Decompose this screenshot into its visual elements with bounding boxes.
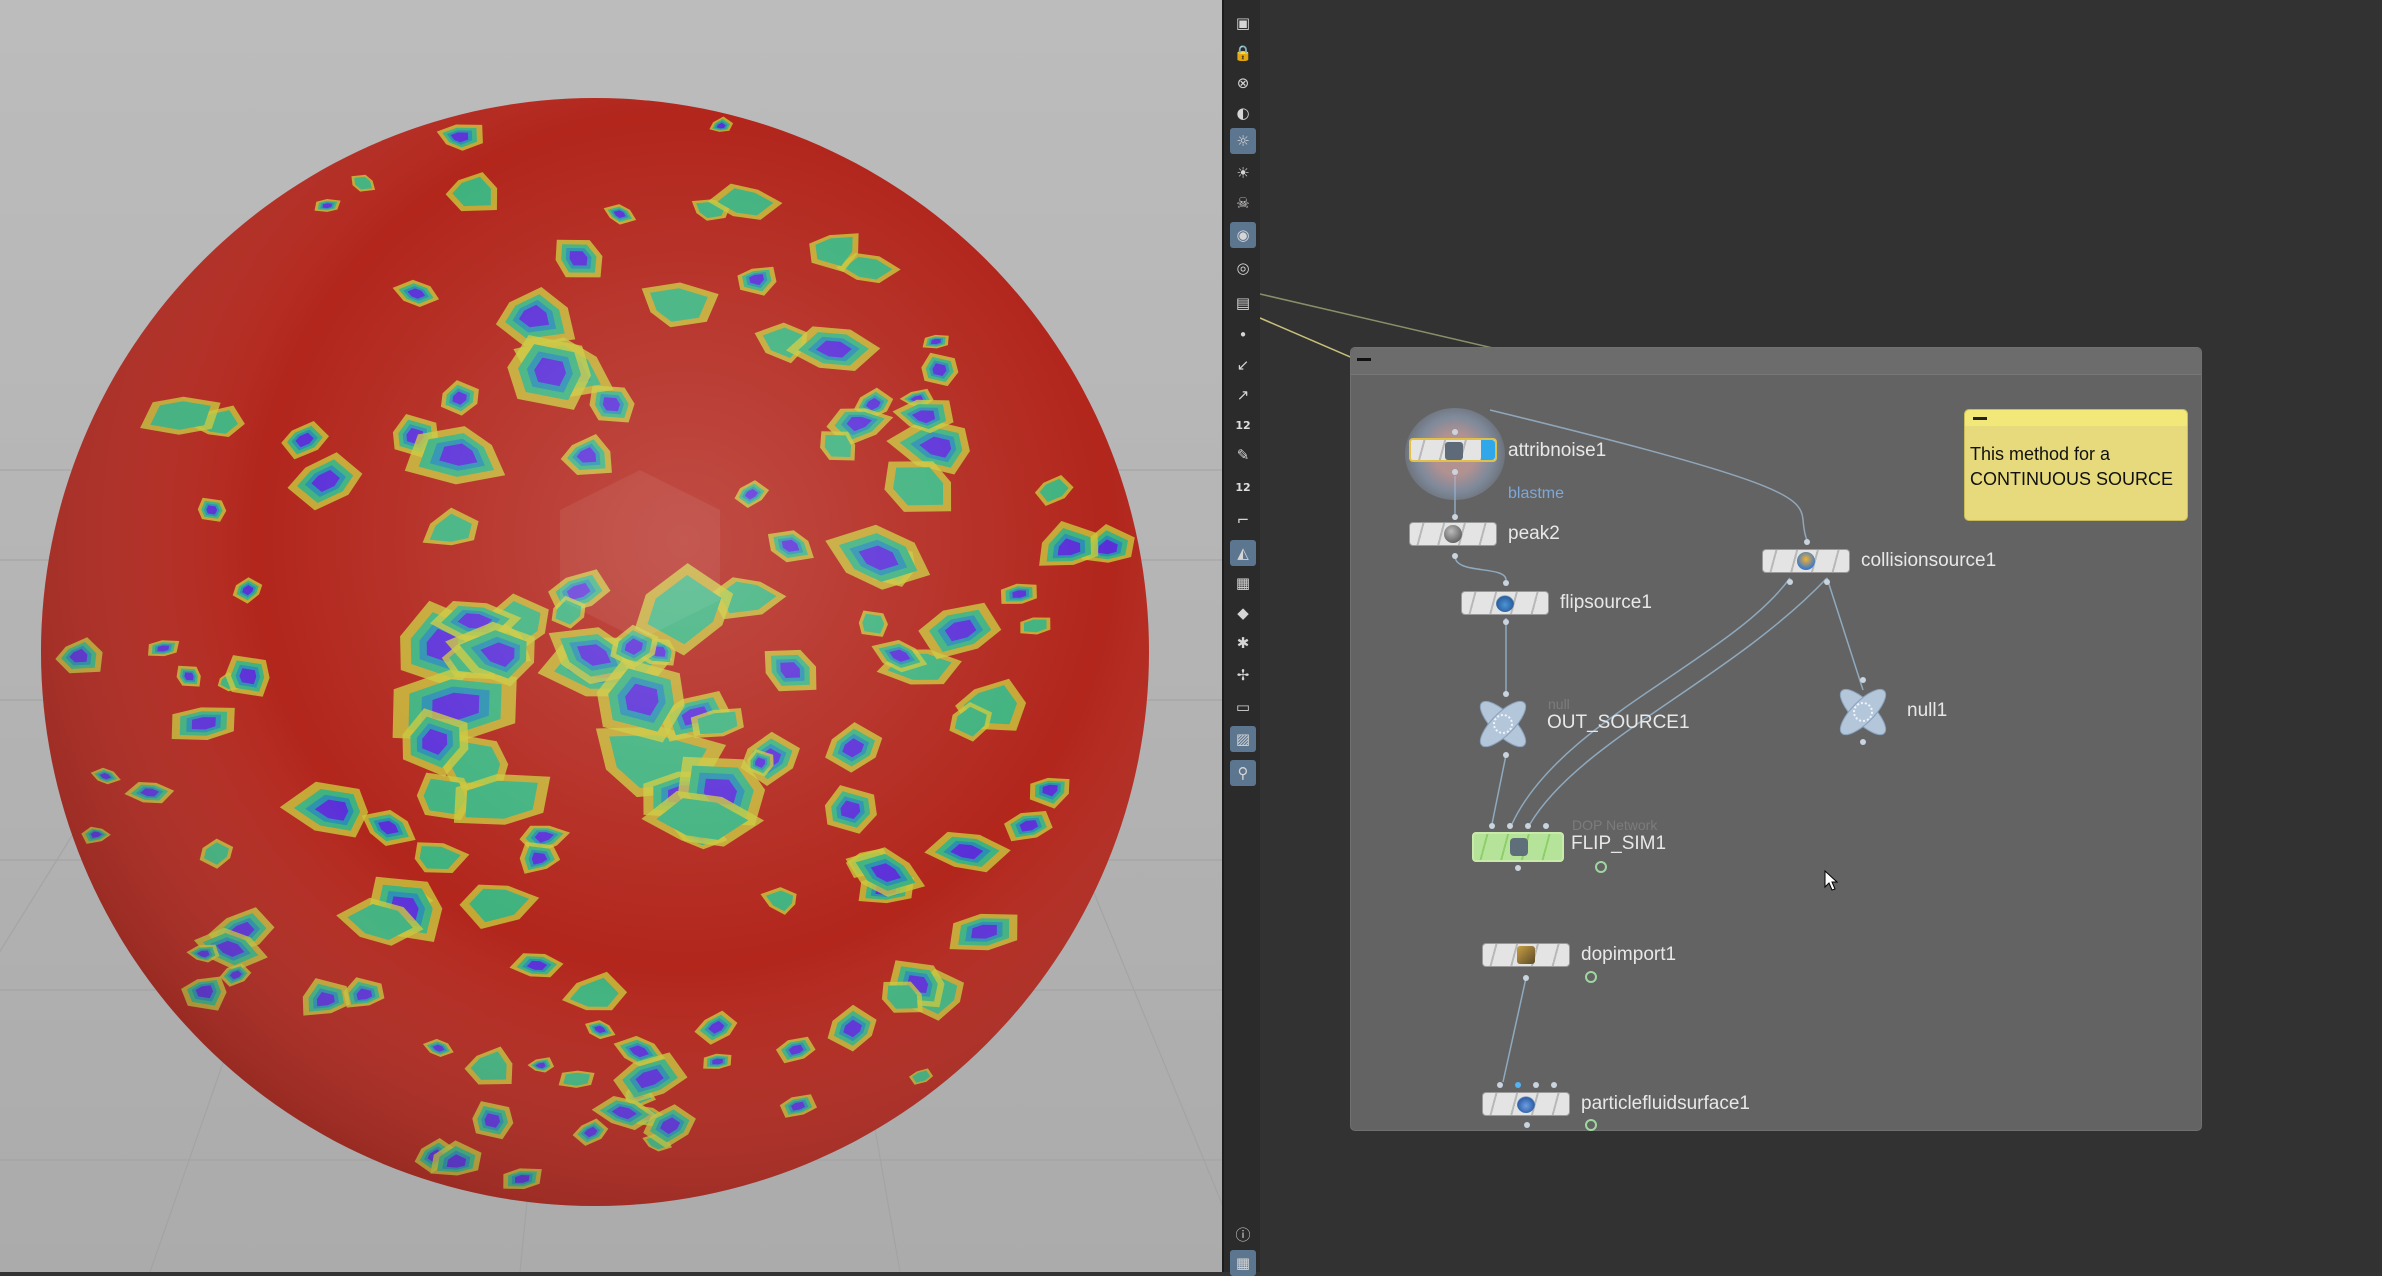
sticky-note-text[interactable]: This method for a CONTINUOUS SOURCE xyxy=(1970,442,2182,492)
snap-icon[interactable]: ✢ xyxy=(1230,662,1256,688)
eye-icon[interactable]: ◎ xyxy=(1230,255,1256,281)
toolbar-number-label: 12 xyxy=(1235,480,1251,494)
primitive-number-icon[interactable]: 12 xyxy=(1230,474,1256,500)
shading-icon[interactable]: ◭ xyxy=(1230,540,1256,566)
skull-icon[interactable]: ☠ xyxy=(1230,190,1256,216)
background-image-icon[interactable]: ▨ xyxy=(1230,726,1256,752)
brush-icon[interactable]: ✎ xyxy=(1230,442,1256,468)
box-icon[interactable]: ▭ xyxy=(1230,694,1256,720)
point-icon[interactable]: • xyxy=(1230,322,1256,348)
connector-dots xyxy=(1452,429,1866,1131)
checker-icon[interactable]: ▦ xyxy=(1230,570,1256,596)
gremlin-icon[interactable]: ✱ xyxy=(1230,630,1256,656)
normal-icon[interactable]: ↙ xyxy=(1230,352,1256,378)
light-bulb-outline-icon[interactable]: ☀ xyxy=(1230,160,1256,186)
light-bulb-icon[interactable]: ☼ xyxy=(1230,128,1256,154)
diamond-icon[interactable]: ◆ xyxy=(1230,600,1256,626)
vector-icon[interactable]: ↗ xyxy=(1230,382,1256,408)
scene-viewport[interactable] xyxy=(0,0,1222,1272)
info-icon[interactable]: ⓘ xyxy=(1230,1222,1256,1248)
mouse-cursor-icon xyxy=(1824,870,1839,891)
pin-icon[interactable]: ⚲ xyxy=(1230,760,1256,786)
ruler-icon[interactable]: ⌐ xyxy=(1230,507,1256,533)
sticky-note-header[interactable] xyxy=(1965,410,2187,426)
point-number-icon[interactable]: 12 xyxy=(1230,412,1256,438)
sphere-display-icon[interactable]: ◐ xyxy=(1230,100,1256,126)
camera-small-icon[interactable]: ▤ xyxy=(1230,290,1256,316)
close-circle-icon[interactable]: ⊗ xyxy=(1230,70,1256,96)
lock-icon[interactable]: 🔒 xyxy=(1230,40,1256,66)
viewport-canvas xyxy=(0,98,1222,1272)
camera-icon[interactable]: ◉ xyxy=(1230,222,1256,248)
grid-icon[interactable]: ▦ xyxy=(1230,1250,1256,1276)
network-editor[interactable]: attribnoise1 blastme peak2 flipsource1 n… xyxy=(1260,0,2382,1272)
collapse-icon[interactable] xyxy=(1973,417,1987,420)
toolbar-number-label: 12 xyxy=(1235,418,1251,432)
sticky-note[interactable]: This method for a CONTINUOUS SOURCE xyxy=(1964,409,2188,521)
viewport-toolbar: ▣ 🔒 ⊗ ◐ ☼ ☀ ☠ ◉ ◎ ▤ • ↙ ↗ 12 ✎ 12 ⌐ ◭ ▦ ◆ ✱ ✢ ▭ ▨ ⚲ ⓘ ▦ xyxy=(1222,0,1264,1276)
geometry-icon[interactable]: ▣ xyxy=(1230,10,1256,36)
